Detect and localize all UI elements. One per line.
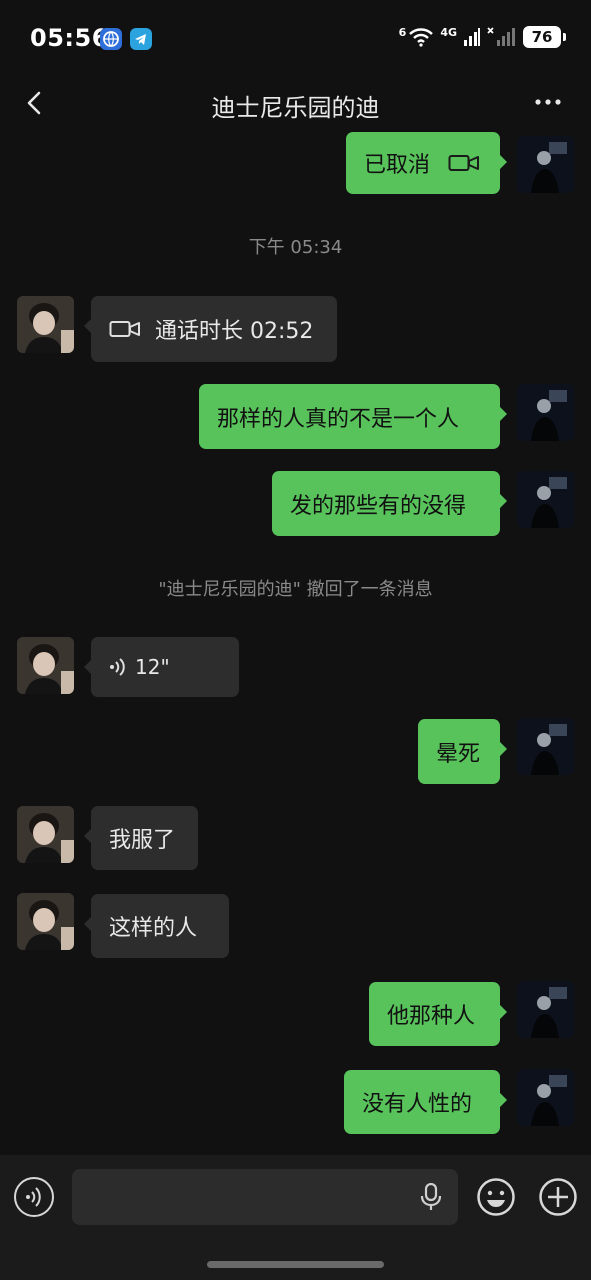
- my-avatar[interactable]: [517, 718, 574, 775]
- message-text: 晕死: [436, 741, 481, 767]
- message-text: 那样的人真的不是一个人: [217, 406, 460, 432]
- telegram-app-icon: [130, 28, 152, 50]
- voice-wave-icon: [110, 658, 125, 676]
- status-bar: 05:56 6 4G 76: [0, 0, 591, 80]
- video-camera-icon: [448, 155, 480, 171]
- message-bubble-outgoing[interactable]: 那样的人真的不是一个人: [199, 384, 507, 449]
- voice-message-bubble[interactable]: 12": [84, 637, 239, 697]
- contact-avatar[interactable]: [17, 296, 74, 353]
- contact-avatar[interactable]: [17, 806, 74, 863]
- browser-app-icon: [100, 28, 122, 50]
- home-indicator: [207, 1261, 384, 1268]
- contact-avatar[interactable]: [17, 637, 74, 694]
- message-text: 我服了: [109, 828, 176, 853]
- signal-icon: [464, 28, 480, 46]
- message-text: 已取消: [364, 153, 431, 178]
- my-avatar[interactable]: [517, 384, 574, 441]
- plus-icon[interactable]: [538, 1177, 578, 1217]
- microphone-icon[interactable]: [418, 1183, 444, 1211]
- recall-notice: "迪士尼乐园的迪" 撤回了一条消息: [158, 579, 433, 600]
- network-4g-label: 4G: [440, 25, 457, 39]
- my-avatar[interactable]: [517, 136, 574, 193]
- message-bubble-outgoing[interactable]: 他那种人: [369, 982, 507, 1046]
- message-bubble-incoming[interactable]: 这样的人: [84, 894, 229, 958]
- message-text: 他那种人: [387, 1004, 476, 1029]
- chat-screen: 05:56 6 4G 76 迪士尼乐园的迪 已取消 下午 05:34 通话时长 …: [0, 0, 591, 1280]
- message-bubble-incoming[interactable]: 我服了: [84, 806, 198, 870]
- more-options-icon[interactable]: [533, 92, 563, 112]
- my-avatar[interactable]: [517, 1069, 574, 1126]
- voice-input-toggle-button[interactable]: [14, 1177, 54, 1217]
- message-input[interactable]: [72, 1169, 458, 1225]
- message-bubble-outgoing[interactable]: 没有人性的: [344, 1070, 507, 1134]
- message-bubble-outgoing[interactable]: 晕死: [418, 719, 507, 784]
- message-text: 没有人性的: [362, 1092, 473, 1117]
- network-6-label: 6: [398, 25, 407, 39]
- chat-title: 迪士尼乐园的迪: [211, 94, 380, 122]
- video-camera-icon: [109, 321, 140, 337]
- chat-header: 迪士尼乐园的迪: [0, 80, 591, 128]
- emoji-icon[interactable]: [476, 1177, 516, 1217]
- status-time: 05:56: [30, 24, 109, 52]
- message-bubble-outgoing[interactable]: 发的那些有的没得: [272, 471, 507, 536]
- message-text: 通话时长 02:52: [155, 319, 314, 344]
- message-text: 发的那些有的没得: [290, 493, 467, 519]
- my-avatar[interactable]: [517, 981, 574, 1038]
- timestamp: 下午 05:34: [248, 237, 343, 258]
- contact-avatar[interactable]: [17, 893, 74, 950]
- message-text: 这样的人: [109, 916, 198, 941]
- status-indicators: 6 4G 76: [398, 25, 566, 48]
- no-signal-icon: [487, 27, 515, 46]
- message-bubble-incoming[interactable]: 通话时长 02:52: [84, 296, 337, 362]
- message-list[interactable]: 已取消 下午 05:34 通话时长 02:52 那样的人真的不是一个人 发的那些…: [0, 128, 591, 1155]
- input-bar: [0, 1155, 591, 1280]
- my-avatar[interactable]: [517, 471, 574, 528]
- wifi-icon: [409, 28, 434, 47]
- voice-duration: 12": [135, 655, 170, 679]
- voice-wave-icon: [26, 1187, 41, 1207]
- message-bubble-outgoing[interactable]: 已取消: [346, 132, 507, 194]
- battery-indicator: 76: [523, 26, 566, 48]
